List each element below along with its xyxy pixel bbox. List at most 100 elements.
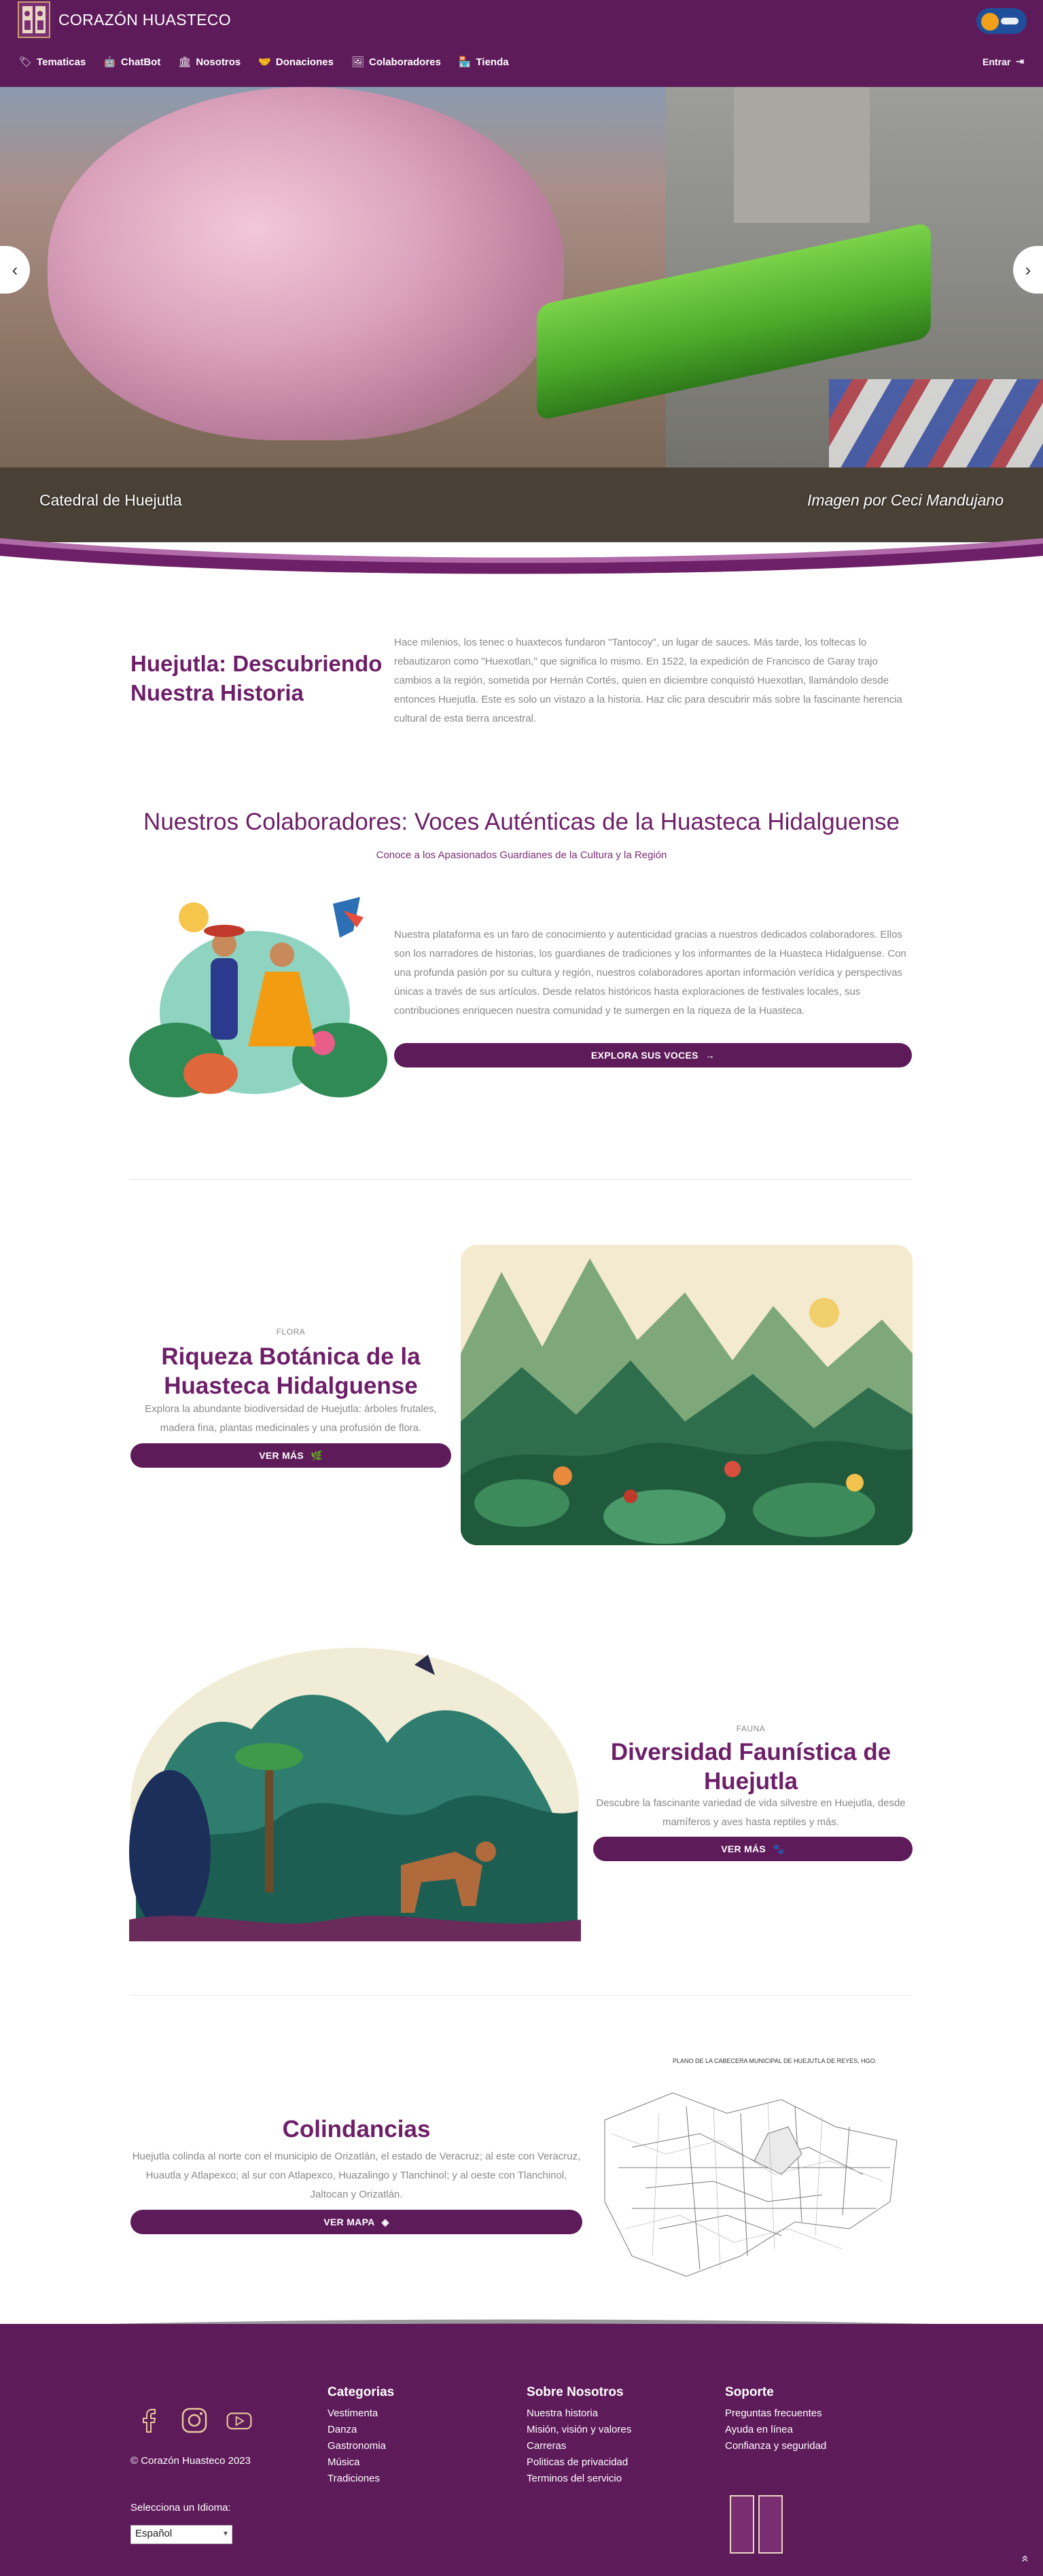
language-value: Español (135, 2528, 173, 2539)
login-label: Entrar (983, 56, 1011, 67)
footer-link[interactable]: Preguntas frecuentes (725, 2405, 826, 2422)
button-label: VER MÁS (721, 1843, 766, 1854)
social-links (136, 2407, 253, 2434)
button-label: EXPLORA SUS VOCES (590, 1050, 699, 1061)
chevron-left-icon: ‹ (12, 259, 18, 280)
footer-link[interactable]: Música (328, 2454, 394, 2471)
cloud-icon (1001, 18, 1019, 24)
flora-title: Riqueza Botánica de la Huasteca Hidalgue… (161, 1343, 421, 1399)
footer-link[interactable]: Tradiciones (328, 2471, 394, 2487)
explore-voices-button[interactable]: EXPLORA SUS VOCES → (394, 1043, 912, 1068)
map-icon: ◈ (381, 2216, 389, 2227)
hero-tree-shape (48, 87, 564, 440)
fauna-more-button[interactable]: VER MÁS 🐾 (593, 1837, 913, 1861)
section-divider (130, 1179, 912, 1180)
login-button[interactable]: Entrar ⇥ (983, 56, 1024, 67)
footer-logo (730, 2495, 784, 2556)
footer-link[interactable]: Vestimenta (328, 2405, 394, 2422)
history-text[interactable]: Hace milenios, los tenec o huaxtecos fun… (394, 633, 911, 728)
footer-link[interactable]: Misión, visión y valores (527, 2422, 631, 2438)
brand-name: CORAZÓN HUASTECO (58, 10, 231, 29)
nav-item-label: Colaboradores (368, 56, 441, 68)
borders-text: Huejutla colinda al norte con el municip… (132, 2151, 581, 2200)
municipal-map[interactable]: PLANO DE LA CABECERA MUNICIPAL DE HUEJUT… (591, 2052, 911, 2293)
footer-column-sobre-nosotros: Sobre Nosotros Nuestra historia Misión, … (527, 2385, 631, 2487)
copyright: © Corazón Huasteco 2023 (130, 2455, 251, 2467)
footer-column-categorias: Categorias Vestimenta Danza Gastronomia … (328, 2385, 394, 2487)
paw-icon: 🐾 (773, 1843, 785, 1854)
brand[interactable]: CORAZÓN HUASTECO (18, 0, 231, 39)
flora-illustration (461, 1245, 913, 1545)
main-nav: 🏷 Tematicas 🤖 ChatBot 🏛 Nosotros 🤝 Donacione… (19, 56, 509, 69)
fauna-illustration (129, 1648, 581, 1941)
footer-link[interactable]: Danza (328, 2422, 394, 2438)
collaborators-subtitle: Conoce a los Apasionados Guardianes de l… (376, 849, 667, 861)
youtube-icon[interactable] (226, 2407, 253, 2434)
handshake-icon: 🤝 (258, 56, 271, 68)
institution-icon: 🏛 (178, 56, 192, 68)
button-label: VER MÁS (259, 1450, 304, 1461)
nav-item-label: Tematicas (37, 56, 86, 68)
instagram-icon[interactable] (181, 2407, 208, 2434)
chevron-right-icon: › (1025, 259, 1031, 280)
view-map-button[interactable]: VER MAPA ◈ (130, 2210, 582, 2234)
footer-link[interactable]: Terminos del servicio (527, 2471, 631, 2487)
top-navbar: CORAZÓN HUASTECO 🏷 Tematicas 🤖 ChatBot 🏛 No… (0, 0, 1043, 87)
language-label: Selecciona un Idioma: (130, 2502, 231, 2513)
flora-label: FLORA (276, 1327, 306, 1337)
plant-icon: 🌿 (311, 1449, 323, 1461)
collaborators-illustration (129, 897, 387, 1097)
scroll-top-button[interactable]: » (1017, 2552, 1031, 2566)
flora-text: Explora la abundante biodiversidad de Hu… (145, 1403, 437, 1434)
hero-credit: Imagen por Ceci Mandujano (807, 491, 1004, 509)
borders-title: Colindancias (282, 2116, 431, 2142)
fauna-label: FAUNA (736, 1724, 766, 1733)
hero-caption: Catedral de Huejutla (39, 491, 182, 509)
fauna-title: Diversidad Faunística de Huejutla (610, 1739, 891, 1795)
nav-item-label: Donaciones (275, 56, 334, 68)
logo (18, 1, 50, 38)
footer-link[interactable]: Confianza y seguridad (725, 2438, 826, 2454)
double-chevron-up-icon: » (1017, 2555, 1031, 2562)
footer-link[interactable]: Nuestra historia (527, 2405, 631, 2422)
collaborators-text: Nuestra plataforma es un faro de conocim… (394, 929, 906, 1017)
history-title: Huejutla: Descubriendo Nuestra Historia (130, 651, 383, 705)
nav-item-label: ChatBot (121, 56, 161, 68)
flora-more-button[interactable]: VER MÁS 🌿 (130, 1443, 451, 1468)
nav-item-label: Nosotros (196, 56, 241, 68)
chevron-down-icon: ▾ (223, 2528, 228, 2538)
nav-item-donaciones[interactable]: 🤝 Donaciones (258, 56, 334, 69)
footer-column-soporte: Soporte Preguntas frecuentes Ayuda en lí… (725, 2385, 826, 2454)
footer-column-title: Categorias (328, 2385, 395, 2399)
nav-item-colaboradores[interactable]: 🖼 Colaboradores (351, 56, 441, 69)
nav-item-tematicas[interactable]: 🏷 Tematicas (19, 56, 86, 69)
button-label: VER MAPA (323, 2217, 375, 2227)
sun-icon (981, 13, 999, 31)
footer-link[interactable]: Ayuda en línea (725, 2422, 826, 2438)
tag-icon: 🏷 (19, 56, 33, 68)
facebook-icon[interactable] (136, 2407, 163, 2434)
footer-column-title: Soporte (725, 2385, 774, 2399)
language-select[interactable]: Español ▾ (130, 2525, 232, 2544)
arrow-right-icon: → (705, 1050, 715, 1061)
footer-link[interactable]: Gastronomia (328, 2438, 394, 2454)
nav-item-label: Tienda (476, 56, 509, 68)
hero-tower-shape (734, 87, 870, 223)
robot-icon: 🤖 (103, 56, 116, 68)
hero-wave-divider (0, 538, 1043, 578)
collaborators-title: Nuestros Colaboradores: Voces Auténticas… (143, 809, 900, 835)
footer-column-title: Sobre Nosotros (527, 2385, 624, 2399)
section-divider (130, 1995, 912, 1996)
theme-toggle[interactable] (976, 8, 1027, 34)
nav-item-tienda[interactable]: 🏪 Tienda (458, 56, 509, 69)
footer-link[interactable]: Carreras (527, 2438, 631, 2454)
portrait-icon: 🖼 (351, 56, 364, 68)
map-heading: PLANO DE LA CABECERA MUNICIPAL DE HUEJUT… (673, 2058, 877, 2064)
login-icon: ⇥ (1016, 56, 1024, 67)
footer-link[interactable]: Politicas de privacidad (527, 2454, 631, 2471)
hero-carousel: Catedral de Huejutla Imagen por Ceci Man… (0, 87, 1043, 542)
nav-item-nosotros[interactable]: 🏛 Nosotros (178, 56, 241, 69)
store-icon: 🏪 (458, 56, 472, 68)
nav-item-chatbot[interactable]: 🤖 ChatBot (103, 56, 161, 69)
fauna-text: Descubre la fascinante variedad de vida … (596, 1797, 906, 1828)
